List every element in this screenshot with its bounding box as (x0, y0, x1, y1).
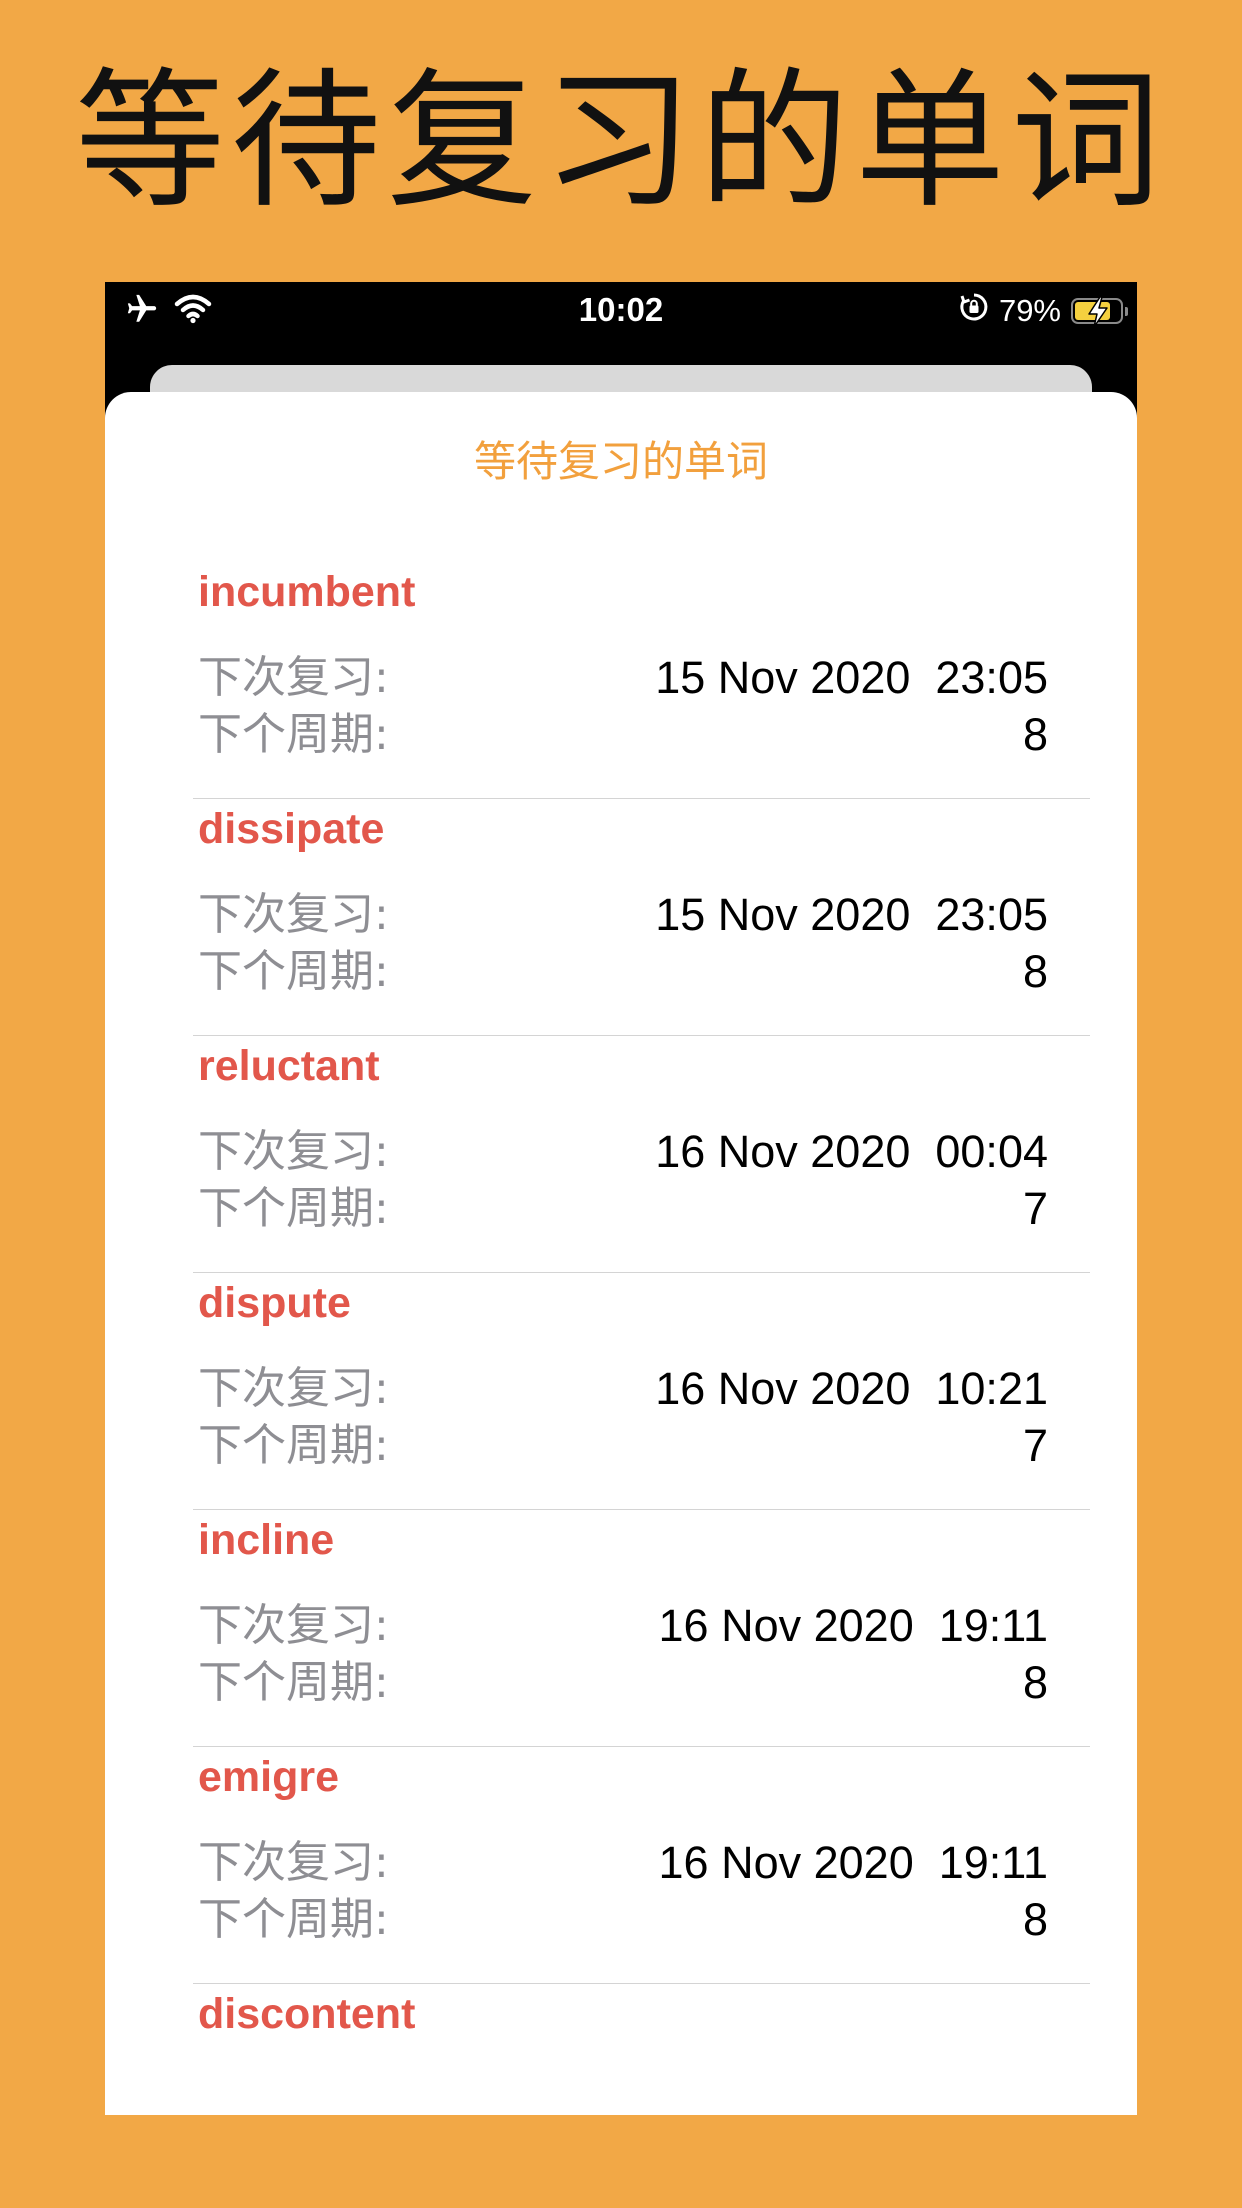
orientation-lock-icon (959, 292, 989, 330)
next-cycle-line: 下个周期: 8 (198, 1892, 1048, 1948)
next-cycle-line: 下个周期: 7 (198, 1181, 1048, 1237)
battery-charging-icon (1071, 296, 1128, 328)
next-review-line: 下次复习: 16 Nov 2020 10:21 (198, 1361, 1048, 1417)
word-title: discontent (198, 1990, 416, 2038)
next-review-label: 下次复习: (198, 652, 389, 703)
next-cycle-line: 下个周期: 7 (198, 1418, 1048, 1474)
battery-percent: 79% (998, 293, 1061, 328)
next-review-value: 15 Nov 2020 23:05 (655, 889, 1048, 940)
next-review-line: 下次复习: 16 Nov 2020 19:11 (198, 1598, 1048, 1654)
next-cycle-value: 7 (1022, 1183, 1048, 1234)
word-title: incumbent (198, 568, 416, 616)
next-review-label: 下次复习: (198, 1126, 389, 1177)
word-title: reluctant (198, 1042, 380, 1090)
next-review-label: 下次复习: (198, 1363, 389, 1414)
word-row[interactable]: reluctant 下次复习: 16 Nov 2020 00:04 下个周期: 7 (193, 1036, 1090, 1273)
word-row[interactable]: dissipate 下次复习: 15 Nov 2020 23:05 下个周期: 8 (193, 799, 1090, 1036)
next-review-line: 下次复习: 16 Nov 2020 00:04 (198, 1124, 1048, 1180)
next-cycle-line: 下个周期: 8 (198, 944, 1048, 1000)
next-review-label: 下次复习: (198, 1600, 389, 1651)
next-review-value: 15 Nov 2020 23:05 (655, 652, 1048, 703)
next-cycle-value: 7 (1022, 1420, 1048, 1471)
next-cycle-value: 8 (1022, 1657, 1048, 1708)
next-review-label: 下次复习: (198, 1837, 389, 1888)
word-title: dissipate (198, 805, 385, 853)
review-sheet: 等待复习的单词 incumbent 下次复习: 15 Nov 2020 23:05 下… (105, 392, 1137, 2115)
next-cycle-label: 下个周期: (198, 1657, 389, 1708)
next-cycle-value: 8 (1022, 946, 1048, 997)
phone-screen: 10:02 79% 等待复习的单词 incumbent 下次复习: 15 Nov… (105, 282, 1137, 2115)
next-cycle-line: 下个周期: 8 (198, 707, 1048, 763)
next-review-label: 下次复习: (198, 889, 389, 940)
next-cycle-line: 下个周期: 8 (198, 1655, 1048, 1711)
next-review-value: 16 Nov 2020 10:21 (655, 1363, 1048, 1414)
word-list[interactable]: incumbent 下次复习: 15 Nov 2020 23:05 下个周期: 8 dis… (193, 562, 1090, 2115)
word-row[interactable]: emigre 下次复习: 16 Nov 2020 19:11 下个周期: 8 (193, 1747, 1090, 1984)
word-row[interactable]: incline 下次复习: 16 Nov 2020 19:11 下个周期: 8 (193, 1510, 1090, 1747)
battery-tip (1125, 307, 1128, 316)
next-review-line: 下次复习: 16 Nov 2020 19:11 (198, 1835, 1048, 1891)
banner-title: 等待复习的单词 (74, 55, 1167, 229)
next-review-value: 16 Nov 2020 00:04 (655, 1126, 1048, 1177)
next-cycle-label: 下个周期: (198, 946, 389, 997)
word-row[interactable]: discontent (193, 1984, 1090, 2115)
word-title: incline (198, 1516, 335, 1564)
next-cycle-value: 8 (1022, 709, 1048, 760)
status-right-icons: 79% (959, 290, 1128, 332)
word-row[interactable]: dispute 下次复习: 16 Nov 2020 10:21 下个周期: 7 (193, 1273, 1090, 1510)
next-cycle-label: 下个周期: (198, 1420, 389, 1471)
next-cycle-label: 下个周期: (198, 1894, 389, 1945)
word-title: dispute (198, 1279, 351, 1327)
next-review-value: 16 Nov 2020 19:11 (658, 1600, 1048, 1651)
word-row[interactable]: incumbent 下次复习: 15 Nov 2020 23:05 下个周期: 8 (193, 562, 1090, 799)
next-cycle-value: 8 (1022, 1894, 1048, 1945)
status-bar: 10:02 79% (105, 282, 1137, 338)
charging-bolt-icon (1088, 296, 1108, 328)
next-cycle-label: 下个周期: (198, 1183, 389, 1234)
next-cycle-label: 下个周期: (198, 709, 389, 760)
next-review-line: 下次复习: 15 Nov 2020 23:05 (198, 650, 1048, 706)
next-review-line: 下次复习: 15 Nov 2020 23:05 (198, 887, 1048, 943)
word-title: emigre (198, 1753, 340, 1801)
next-review-value: 16 Nov 2020 19:11 (658, 1837, 1048, 1888)
sheet-title: 等待复习的单词 (473, 437, 768, 486)
